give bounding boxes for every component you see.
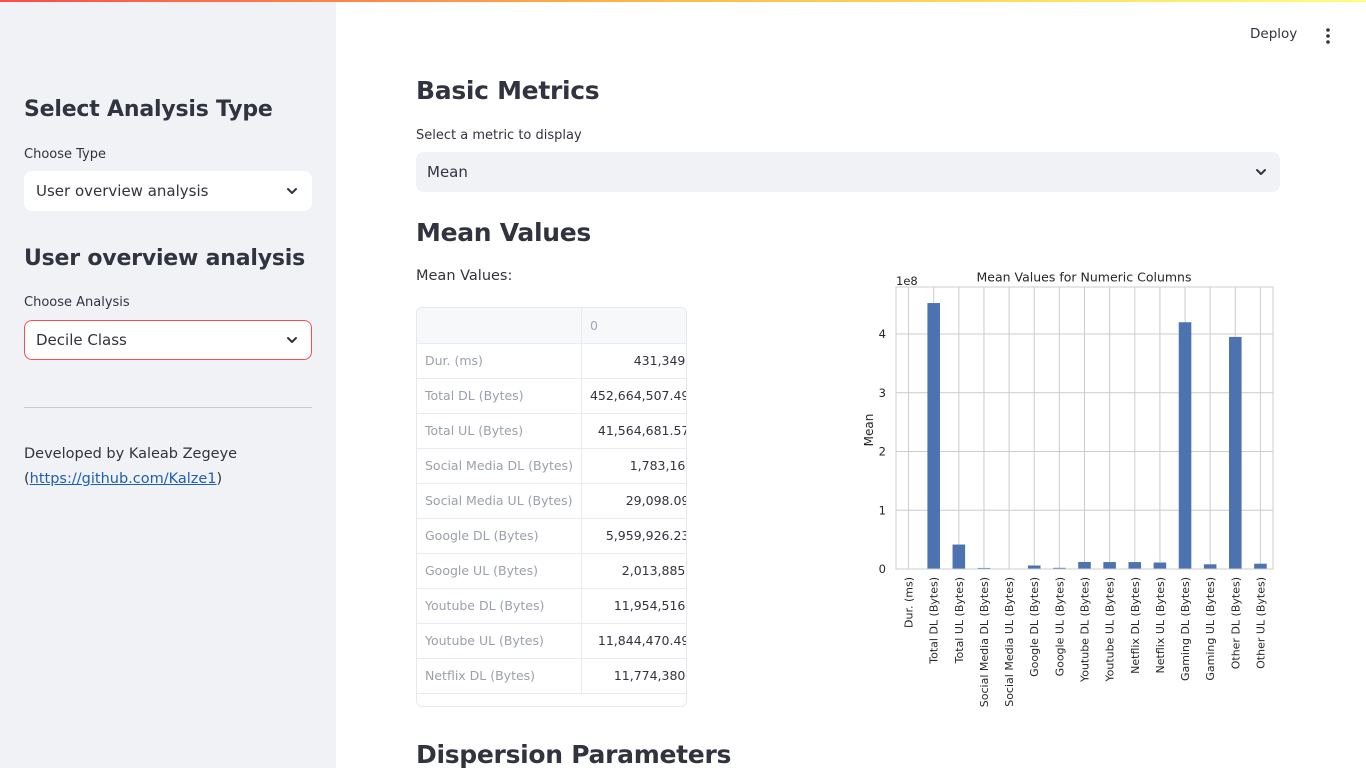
chart-y-tick-label: 0 <box>879 562 886 576</box>
github-link[interactable]: https://github.com/Kalze1 <box>30 471 217 487</box>
row-index-label: Google DL (Bytes) <box>417 518 582 554</box>
table-row: Dur. (ms)431,349.42 <box>417 343 686 379</box>
row-index-label: Dur. (ms) <box>417 343 582 379</box>
metric-select[interactable]: Mean <box>416 152 1280 192</box>
row-index-label: Youtube UL (Bytes) <box>417 623 582 659</box>
choose-analysis-label: Choose Analysis <box>24 295 130 310</box>
table-row: Total DL (Bytes)452,664,507.4933 <box>417 378 686 414</box>
chart-bar <box>952 544 966 569</box>
chart-x-tick-label: Total DL (Bytes) <box>928 577 941 665</box>
chart-x-tick-label: Other UL (Bytes) <box>1254 577 1267 669</box>
chevron-down-icon <box>284 183 300 199</box>
row-value: 452,664,507.4933 <box>581 378 686 414</box>
row-value: 11,844,470.4933 <box>581 623 686 659</box>
chart-bar <box>1229 336 1242 569</box>
chart-bar <box>1027 565 1041 569</box>
chart-x-tick-label: Youtube UL (Bytes) <box>1104 577 1117 683</box>
table-row: Social Media UL (Bytes)29,098.0933 <box>417 483 686 519</box>
chart-y-tick-label: 3 <box>879 386 886 400</box>
row-value: 2,013,885.08 <box>581 553 686 589</box>
chart-bar <box>927 303 940 569</box>
deploy-button[interactable]: Deploy <box>1250 26 1297 48</box>
choose-analysis-value: Decile Class <box>36 331 127 349</box>
chart-scale-label: 1e8 <box>896 274 918 288</box>
table-row: Youtube UL (Bytes)11,844,470.4933 <box>417 623 686 659</box>
chart-x-tick-label: Youtube DL (Bytes) <box>1079 577 1092 683</box>
chart-x-tick-label: Netflix UL (Bytes) <box>1154 577 1167 673</box>
chart-x-tick-label: Gaming UL (Bytes) <box>1204 577 1217 681</box>
chart-bar <box>1254 563 1267 569</box>
mean-values-bar-chart: Mean Values for Numeric Columns 1e8 Mean… <box>862 270 1274 707</box>
table-row: Total UL (Bytes)41,564,681.5733 <box>417 413 686 449</box>
chart-bar <box>1128 562 1142 569</box>
row-index-label: Youtube DL (Bytes) <box>417 588 582 624</box>
chart-bar <box>1078 561 1091 569</box>
basic-metrics-title: Basic Metrics <box>416 76 600 105</box>
table-row: Google DL (Bytes)5,959,926.2333 <box>417 518 686 554</box>
sidebar-divider <box>24 407 312 408</box>
chart-y-tick-label: 1 <box>879 503 886 517</box>
row-index-label: Google UL (Bytes) <box>417 553 582 589</box>
choose-type-value: User overview analysis <box>36 182 209 200</box>
developer-credit: Developed by Kaleab Zegeye (https://gith… <box>24 442 314 492</box>
chart-y-tick-label: 2 <box>879 445 886 459</box>
chart-y-axis-label: Mean <box>862 414 876 447</box>
table-row: Social Media DL (Bytes)1,783,160.4 <box>417 448 686 484</box>
dispersion-title: Dispersion Parameters <box>416 740 732 768</box>
row-value: 11,774,380.16 <box>581 658 686 694</box>
metric-select-value: Mean <box>427 163 468 181</box>
chart-x-tick-label: Google DL (Bytes) <box>1028 577 1041 677</box>
row-index-label: Social Media DL (Bytes) <box>417 448 582 484</box>
sidebar: Select Analysis Type Choose Type User ov… <box>0 0 336 768</box>
row-value: 11,954,516.96 <box>581 588 686 624</box>
table-row: Netflix DL (Bytes)11,774,380.16 <box>417 658 686 694</box>
chart-y-tick-label: 4 <box>879 327 886 341</box>
row-value: 41,564,681.5733 <box>581 413 686 449</box>
credit-text: Developed by Kaleab Zegeye <box>24 446 238 462</box>
row-index-label: Netflix DL (Bytes) <box>417 658 582 694</box>
mean-values-title: Mean Values <box>416 218 591 247</box>
choose-type-select[interactable]: User overview analysis <box>24 171 312 211</box>
choose-type-label: Choose Type <box>24 147 106 162</box>
row-value: 29,098.0933 <box>581 483 686 519</box>
row-index-label: Social Media UL (Bytes) <box>417 483 582 519</box>
metric-select-label: Select a metric to display <box>416 128 582 143</box>
chart-x-tick-label: Gaming DL (Bytes) <box>1179 577 1192 681</box>
chart-x-tick-label: Social Media UL (Bytes) <box>1003 577 1016 707</box>
mean-values-text: Mean Values: <box>416 268 513 284</box>
chart-title: Mean Values for Numeric Columns <box>977 270 1192 285</box>
chart-bar <box>1203 564 1217 569</box>
chart-x-tick-label: Dur. (ms) <box>903 577 916 628</box>
table-header-row: 0 <box>417 308 686 344</box>
sidebar-section-title: User overview analysis <box>24 246 305 271</box>
sidebar-title: Select Analysis Type <box>24 97 273 122</box>
row-index-label: Total UL (Bytes) <box>417 413 582 449</box>
chart-x-tick-label: Google UL (Bytes) <box>1053 577 1066 676</box>
table-row: Youtube DL (Bytes)11,954,516.96 <box>417 588 686 624</box>
top-decoration-bar <box>0 0 1366 2</box>
chart-x-tick-label: Other DL (Bytes) <box>1229 577 1242 669</box>
chart-bar <box>1103 562 1116 569</box>
credit-close-paren: ) <box>216 471 223 487</box>
kebab-menu-icon[interactable] <box>1318 26 1338 46</box>
chevron-down-icon <box>1253 164 1269 180</box>
mean-values-table[interactable]: 0 Dur. (ms)431,349.42Total DL (Bytes)452… <box>416 307 687 707</box>
row-value: 5,959,926.2333 <box>581 518 686 554</box>
column-header[interactable]: 0 <box>581 308 686 344</box>
row-value: 1,783,160.4 <box>581 448 686 484</box>
row-index-label: Total DL (Bytes) <box>417 378 582 414</box>
row-value: 431,349.42 <box>581 343 686 379</box>
chart-x-tick-label: Social Media DL (Bytes) <box>978 577 991 707</box>
chevron-down-icon <box>284 332 300 348</box>
chart-x-tick-label: Netflix DL (Bytes) <box>1129 577 1142 674</box>
table-row: Google UL (Bytes)2,013,885.08 <box>417 553 686 589</box>
chart-bar <box>1153 562 1167 569</box>
choose-analysis-select[interactable]: Decile Class <box>24 320 312 360</box>
chart-bar <box>1178 322 1192 569</box>
chart-x-tick-label: Total UL (Bytes) <box>953 577 966 664</box>
index-header <box>417 308 582 344</box>
